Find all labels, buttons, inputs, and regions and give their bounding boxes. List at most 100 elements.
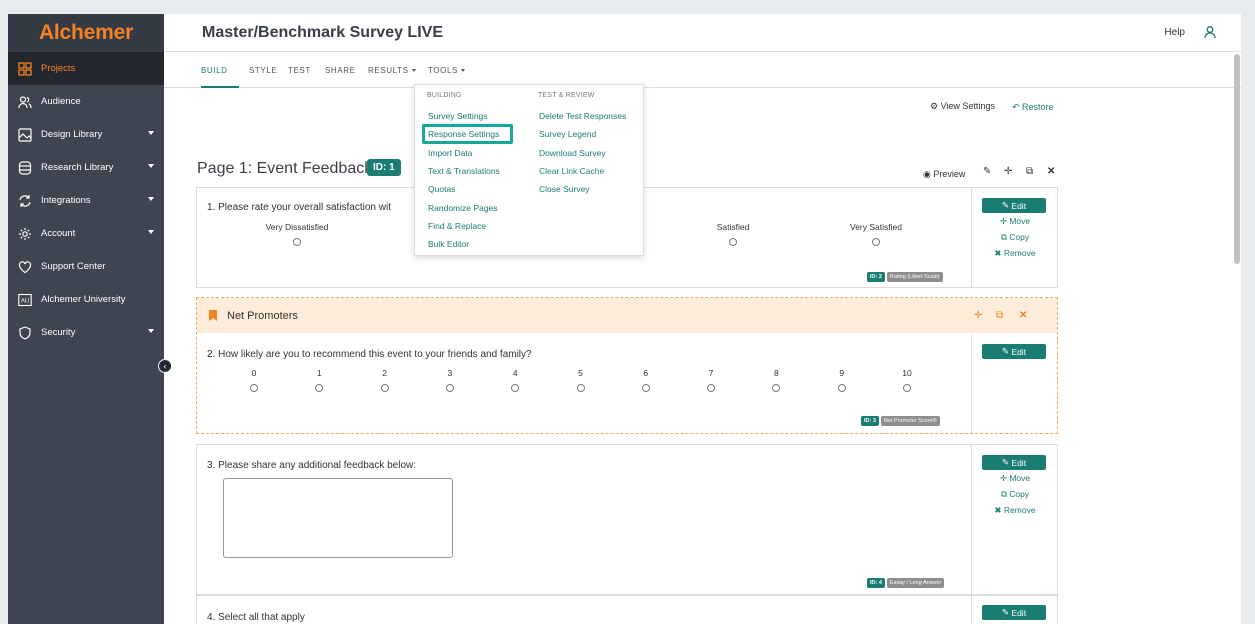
sidebar-item-design-library[interactable]: Design Library (8, 118, 164, 151)
sidebar-item-label: Alchemer University (41, 294, 126, 305)
radio-option[interactable] (315, 384, 324, 392)
menu-item-bulk-editor[interactable]: Bulk Editor (428, 239, 469, 249)
radio-option[interactable] (445, 384, 454, 392)
page-title: Page 1: Event Feedback (197, 160, 373, 177)
feedback-textarea[interactable] (223, 478, 453, 558)
restore-button[interactable]: ↶ Restore (1012, 102, 1054, 113)
scrollbar[interactable] (1234, 54, 1240, 264)
question-3-card: 3. Please share any additional feedback … (196, 444, 1058, 595)
sidebar-item-audience[interactable]: Audience (8, 85, 164, 118)
tab-test[interactable]: TEST (288, 66, 311, 75)
edit-button[interactable]: ✎ Edit (982, 344, 1046, 359)
chevron-down-icon (460, 69, 465, 73)
question-badges: ID: 2 Rating (Likert Scale) (867, 272, 943, 282)
question-actions: ✎ Edit ✛ Move (971, 596, 1057, 624)
sidebar-item-account[interactable]: Account (8, 217, 164, 250)
menu-item-delete-test-responses[interactable]: Delete Test Responses (539, 111, 626, 121)
chevron-down-icon (148, 131, 154, 135)
menu-item-find-replace[interactable]: Find & Replace (428, 221, 486, 231)
edit-button[interactable]: ✎ Edit (982, 455, 1046, 470)
nps-scale-label: 5 (578, 368, 583, 378)
radio-option[interactable] (250, 384, 258, 392)
edit-button[interactable]: ✎ Edit (982, 605, 1046, 620)
sidebar-item-label: Design Library (41, 129, 103, 140)
tab-build[interactable]: BUILD (201, 66, 228, 75)
pencil-icon[interactable]: ✎ (983, 166, 991, 177)
chevron-down-icon (148, 230, 154, 234)
sidebar-item-label: Security (41, 327, 76, 338)
radio-option[interactable] (872, 238, 880, 246)
menu-section-building: BUILDING (427, 92, 462, 99)
copy-button[interactable]: ⧉ Copy (972, 489, 1058, 500)
move-icon[interactable]: ✛ (974, 310, 982, 321)
copy-button[interactable]: ⧉ Copy (972, 232, 1058, 243)
database-icon (18, 160, 32, 175)
move-icon[interactable]: ✛ (1004, 166, 1012, 177)
copy-icon[interactable]: ⧉ (1026, 166, 1033, 177)
menu-item-survey-settings[interactable]: Survey Settings (428, 111, 488, 121)
tab-share[interactable]: SHARE (325, 66, 356, 75)
radio-option[interactable] (293, 238, 301, 246)
tab-tools-label: TOOLS (428, 66, 458, 75)
user-icon[interactable] (1203, 25, 1217, 39)
scale-label: Very Satisfied (850, 222, 902, 232)
sidebar-item-label: Integrations (41, 195, 91, 206)
menu-item-clear-link-cache[interactable]: Clear Link Cache (539, 166, 604, 176)
radio-option[interactable] (772, 384, 781, 392)
menu-item-download-survey[interactable]: Download Survey (539, 148, 606, 158)
move-button[interactable]: ✛ Move (972, 473, 1058, 484)
page-id-badge: ID: 1 (367, 159, 401, 176)
chevron-down-icon (148, 329, 154, 333)
sidebar-item-security[interactable]: Security (8, 316, 164, 349)
menu-item-response-settings[interactable]: Response Settings (428, 129, 499, 139)
radio-option[interactable] (380, 384, 389, 392)
nps-title: Net Promoters (227, 310, 298, 322)
sidebar-item-support-center[interactable]: Support Center (8, 250, 164, 283)
radio-option[interactable] (707, 384, 716, 392)
nps-scale-label: 7 (708, 368, 714, 378)
alchemer-logo[interactable]: Alchemer (8, 14, 164, 52)
net-promoter-section: Net Promoters ✛ ⧉ ✕ 2. How likely are yo… (196, 297, 1058, 434)
remove-label: Remove (1003, 248, 1036, 258)
close-icon[interactable]: ✕ (1047, 166, 1055, 177)
edit-button[interactable]: ✎ Edit (982, 198, 1046, 213)
question-4-card: 4. Select all that apply ✎ Edit ✛ Move (196, 595, 1058, 624)
sidebar-item-projects[interactable]: Projects (8, 52, 164, 85)
radio-option[interactable] (641, 384, 650, 392)
question-actions: ✎ Edit ✛ Move ⧉ Copy ✖ Remove (971, 188, 1057, 287)
sidebar-item-label: Support Center (41, 261, 106, 272)
menu-item-randomize-pages[interactable]: Randomize Pages (428, 203, 497, 213)
help-link[interactable]: Help (1164, 27, 1185, 38)
preview-button[interactable]: ◉ Preview (923, 169, 965, 180)
menu-item-close-survey[interactable]: Close Survey (539, 184, 590, 194)
copy-label: Copy (1009, 232, 1030, 242)
remove-button[interactable]: ✖ Remove (972, 248, 1058, 259)
view-settings-button[interactable]: ⚙ View Settings (930, 101, 995, 112)
move-label: Move (1009, 216, 1031, 226)
menu-item-survey-legend[interactable]: Survey Legend (539, 129, 596, 139)
remove-button[interactable]: ✖ Remove (972, 505, 1058, 516)
sidebar-item-integrations[interactable]: Integrations (8, 184, 164, 217)
radio-option[interactable] (511, 384, 520, 392)
question-4-text: 4. Select all that apply (207, 612, 305, 623)
copy-icon[interactable]: ⧉ (996, 310, 1003, 321)
move-button[interactable]: ✛ Move (972, 216, 1058, 227)
radio-option[interactable] (576, 384, 585, 392)
menu-item-quotas[interactable]: Quotas (428, 184, 455, 194)
tab-results[interactable]: RESULTS (368, 66, 416, 75)
eye-icon: ◉ (923, 169, 934, 179)
collapse-sidebar-icon[interactable]: ‹ (158, 359, 172, 373)
radio-option[interactable] (729, 238, 737, 246)
tab-style[interactable]: STYLE (249, 66, 277, 75)
close-icon[interactable]: ✕ (1019, 310, 1027, 321)
edit-label: Edit (1011, 200, 1027, 211)
sidebar-item-alchemer-university[interactable]: AU Alchemer University (8, 283, 164, 316)
menu-item-import-data[interactable]: Import Data (428, 148, 472, 158)
nps-header: Net Promoters ✛ ⧉ ✕ (197, 298, 1057, 333)
radio-option[interactable] (837, 384, 846, 392)
tab-tools[interactable]: TOOLS (428, 66, 465, 75)
sidebar-item-research-library[interactable]: Research Library (8, 151, 164, 184)
menu-item-text-translations[interactable]: Text & Translations (428, 166, 500, 176)
pencil-icon: ✎ (1001, 346, 1012, 356)
radio-option[interactable] (903, 384, 911, 392)
